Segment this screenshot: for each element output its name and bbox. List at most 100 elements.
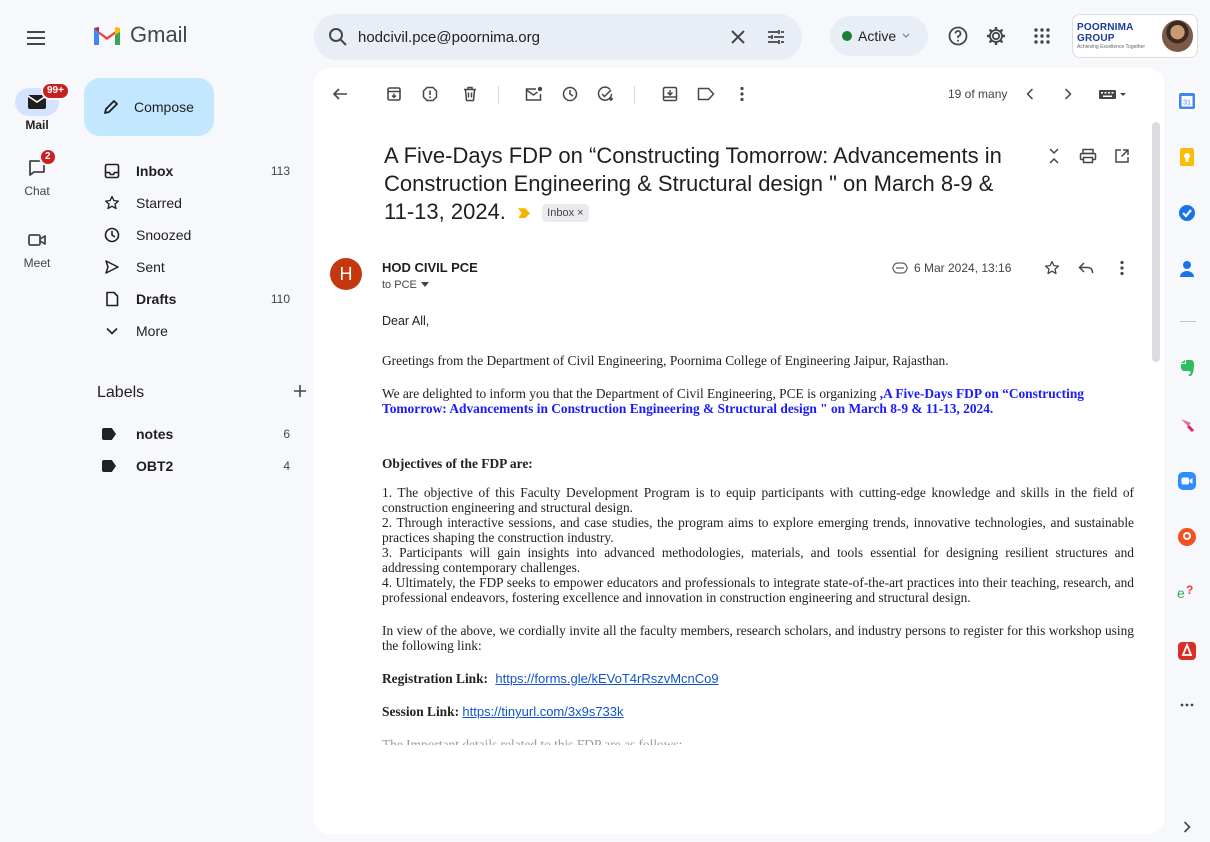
objectives-heading: Objectives of the FDP are: (382, 456, 533, 471)
back-arrow-icon[interactable] (330, 84, 350, 104)
important-marker-icon[interactable] (518, 208, 531, 219)
brand-name: POORNIMA GROUP (1077, 22, 1134, 44)
search-icon[interactable] (328, 27, 348, 47)
search-bar[interactable] (314, 14, 802, 60)
compose-button[interactable]: Compose (84, 78, 214, 136)
gmail-logo[interactable]: Gmail (92, 22, 187, 48)
addon-red-icon[interactable] (1176, 640, 1198, 662)
account-switcher[interactable]: POORNIMA GROUP Achieving Excellence Toge… (1072, 14, 1198, 58)
move-to-icon[interactable] (660, 84, 680, 104)
zoom-icon[interactable] (1176, 470, 1198, 492)
keep-icon[interactable] (1176, 146, 1198, 168)
input-tools-icon[interactable] (1096, 84, 1130, 104)
settings-gear-icon[interactable] (984, 24, 1008, 48)
side-panel-divider (1180, 321, 1196, 322)
nav-item-snoozed[interactable]: Snoozed (84, 219, 306, 251)
rail-meet-label: Meet (23, 256, 51, 270)
session-line: Session Link: https://tinyurl.com/3x9s73… (382, 704, 1134, 719)
pen-addon-icon[interactable] (1176, 414, 1198, 436)
rail-meet[interactable]: Meet (0, 226, 74, 270)
apps-grid-icon[interactable] (1030, 24, 1054, 48)
addon-orange-icon[interactable] (1176, 526, 1198, 548)
nav-item-more[interactable]: More (84, 315, 306, 347)
print-icon[interactable] (1078, 146, 1098, 166)
labels-title: Labels (97, 384, 145, 401)
svg-text:?: ? (1186, 583, 1193, 597)
sender-name[interactable]: HOD CIVIL PCE (382, 260, 478, 275)
nav-item-inbox[interactable]: Inbox 113 (84, 155, 306, 187)
email-subject: A Five-Days FDP on “Constructing Tomorro… (384, 142, 1024, 226)
more-vertical-icon[interactable] (732, 84, 752, 104)
recipient-text: to PCE (382, 279, 417, 291)
caret-down-icon (420, 282, 429, 287)
calendar-icon[interactable]: 31 (1176, 90, 1198, 112)
filter-options-icon[interactable] (764, 25, 788, 49)
registration-link[interactable]: https://forms.gle/kEVoT4rRszvMcnCo9 (495, 671, 718, 686)
rail-chat[interactable]: 2 Chat (0, 148, 74, 198)
clock-icon (102, 225, 122, 245)
delete-icon[interactable] (460, 84, 480, 104)
account-avatar[interactable] (1161, 20, 1193, 52)
nav-label: Sent (136, 259, 165, 275)
pager-label: 19 of many (948, 87, 1008, 101)
help-icon[interactable] (946, 24, 970, 48)
rail-chat-label: Chat (24, 184, 50, 198)
nav-item-drafts[interactable]: Drafts 110 (84, 283, 306, 315)
nav-label: More (136, 323, 168, 339)
more-addons-icon[interactable] (1176, 694, 1198, 716)
body-paragraph: We are delighted to inform you that the … (382, 386, 1134, 416)
search-input[interactable] (358, 28, 712, 46)
collapse-all-icon[interactable] (1044, 146, 1064, 166)
label-item-notes[interactable]: notes 6 (84, 418, 306, 450)
objective-item: 2. Through interactive sessions, and cas… (382, 515, 1134, 545)
rail-mail[interactable]: 99+ Mail (0, 82, 74, 132)
organization-logo: POORNIMA GROUP Achieving Excellence Toge… (1077, 22, 1158, 50)
nav-count: 113 (270, 164, 290, 178)
inbox-label-chip[interactable]: Inbox × (542, 204, 589, 223)
evernote-icon[interactable] (1176, 358, 1198, 380)
compose-label: Compose (134, 99, 194, 115)
expand-side-panel-icon[interactable] (1176, 816, 1198, 838)
label-icon[interactable] (696, 84, 716, 104)
add-label-icon[interactable] (293, 384, 307, 398)
label-tag-icon (102, 460, 116, 472)
nav-item-starred[interactable]: Starred (84, 187, 306, 219)
status-selector[interactable]: Active (830, 16, 928, 56)
label-name: OBT2 (136, 458, 174, 474)
message-panel: 19 of many A Five-Days FDP on “Construct… (314, 68, 1164, 834)
mark-unread-icon[interactable] (524, 84, 544, 104)
nav-item-sent[interactable]: Sent (84, 251, 306, 283)
greeting: Dear All, (382, 314, 430, 328)
session-link[interactable]: https://tinyurl.com/3x9s733k (462, 704, 623, 719)
objective-item: 1. The objective of this Faculty Develop… (382, 485, 1134, 515)
toolbar-divider (498, 86, 499, 104)
label-name: notes (136, 426, 174, 442)
objective-item: 4. Ultimately, the FDP seeks to empower … (382, 575, 1134, 605)
star-message-icon[interactable] (1042, 258, 1062, 278)
status-label: Active (858, 28, 897, 44)
newer-chevron-icon[interactable] (1020, 84, 1040, 104)
nav-count: 110 (270, 292, 290, 306)
archive-icon[interactable] (384, 84, 404, 104)
older-chevron-icon[interactable] (1058, 84, 1078, 104)
registration-label: Registration Link: (382, 671, 489, 686)
snooze-icon[interactable] (560, 84, 580, 104)
scrollbar-thumb[interactable] (1152, 122, 1160, 362)
tasks-icon[interactable] (1176, 202, 1198, 224)
open-new-window-icon[interactable] (1112, 146, 1132, 166)
contacts-icon[interactable] (1176, 258, 1198, 280)
reply-icon[interactable] (1076, 258, 1096, 278)
clear-search-icon[interactable] (726, 25, 750, 49)
report-spam-icon[interactable] (420, 84, 440, 104)
add-task-icon[interactable] (596, 84, 616, 104)
addon-eq-icon[interactable]: e? (1176, 582, 1198, 604)
label-item-obt2[interactable]: OBT2 4 (84, 450, 306, 482)
recipient-line[interactable]: to PCE (382, 279, 429, 291)
sender-avatar[interactable]: H (330, 258, 362, 290)
message-more-icon[interactable] (1112, 258, 1132, 278)
message-meta: 6 Mar 2024, 13:16 (892, 261, 1011, 275)
label-count: 6 (283, 427, 290, 441)
hamburger-icon[interactable] (24, 26, 48, 50)
svg-text:31: 31 (1183, 100, 1191, 107)
svg-text:e: e (1177, 585, 1185, 601)
